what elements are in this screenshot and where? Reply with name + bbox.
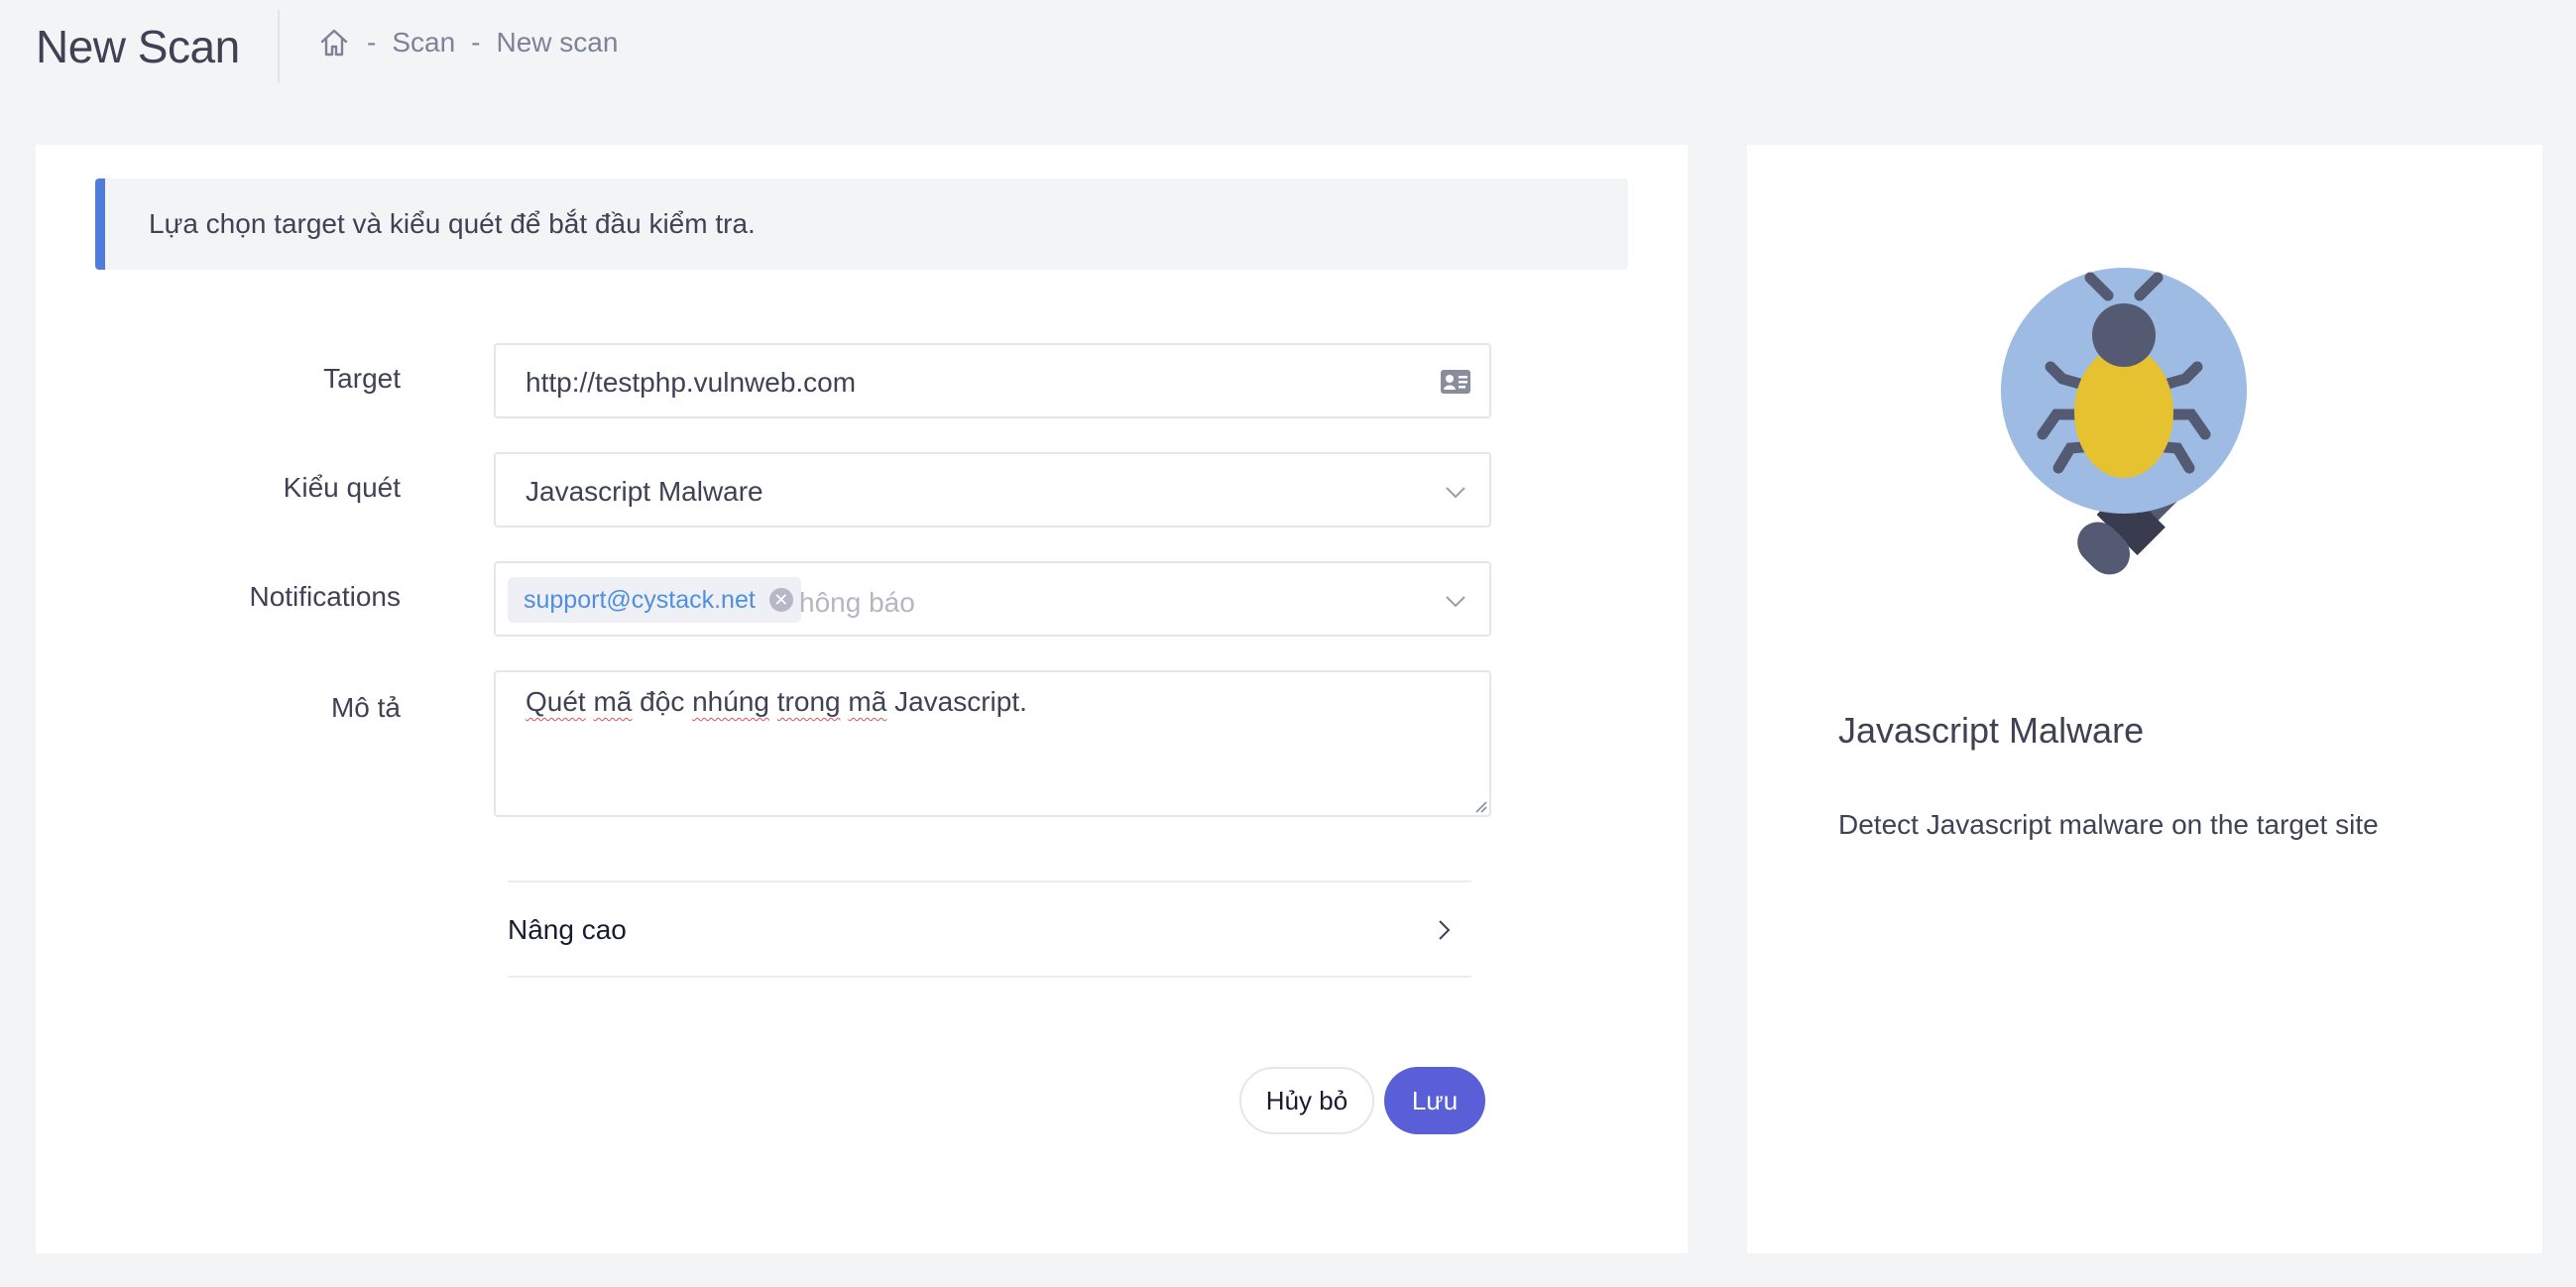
scan-type-select[interactable]: Javascript Malware <box>494 452 1491 527</box>
scan-type-description: Detect Javascript malware on the target … <box>1838 809 2379 840</box>
notice-text: Lựa chọn target và kiểu quét để bắt đầu … <box>149 208 756 239</box>
notification-tag-email: support@cystack.net <box>524 585 756 614</box>
breadcrumb-separator: - <box>367 27 377 58</box>
cancel-button[interactable]: Hủy bỏ <box>1239 1067 1374 1134</box>
description-textarea[interactable]: Quét mã độc nhúng trong mã Javascript. <box>494 670 1491 817</box>
notice-accent-bar <box>95 178 105 270</box>
page-title: New Scan <box>36 21 240 72</box>
advanced-label: Nâng cao <box>508 914 627 945</box>
page-header: New Scan - Scan - New scan <box>0 0 2576 93</box>
contact-card-icon[interactable] <box>1440 367 1471 397</box>
advanced-section-toggle[interactable]: Nâng cao <box>508 880 1471 978</box>
scan-form-card: Lựa chọn target và kiểu quét để bắt đầu … <box>36 145 1688 1253</box>
clear-tag-icon[interactable]: ✕ <box>768 588 793 612</box>
target-input[interactable]: http://testphp.vulnweb.com <box>494 343 1491 418</box>
bug-magnifier-illustration <box>1971 238 2328 595</box>
description-label: Mô tả <box>330 692 401 723</box>
breadcrumb-separator: - <box>471 27 481 58</box>
header-divider <box>278 10 280 83</box>
target-label: Target <box>323 363 401 394</box>
breadcrumb-item-scan[interactable]: Scan <box>392 27 455 58</box>
chevron-down-icon <box>1444 480 1467 504</box>
breadcrumb-item-new-scan: New scan <box>496 27 619 58</box>
notifications-placeholder: hông báo <box>799 587 915 618</box>
notifications-select[interactable]: support@cystack.net ✕ hông báo <box>494 561 1491 637</box>
scan-type-value: Javascript Malware <box>526 476 763 507</box>
home-icon[interactable] <box>317 26 351 59</box>
resize-handle-icon[interactable] <box>1473 799 1487 813</box>
target-value: http://testphp.vulnweb.com <box>526 367 857 398</box>
chevron-right-icon <box>1434 918 1454 942</box>
scan-type-label: Kiểu quét <box>283 472 401 503</box>
notifications-label: Notifications <box>249 581 401 612</box>
chevron-down-icon <box>1444 589 1467 613</box>
save-button[interactable]: Lưu <box>1384 1067 1485 1134</box>
notification-tag: support@cystack.net ✕ <box>508 577 801 623</box>
breadcrumb: - Scan - New scan <box>317 26 618 59</box>
description-value: Quét mã độc nhúng trong mã Javascript. <box>526 686 1027 717</box>
info-notice: Lựa chọn target và kiểu quét để bắt đầu … <box>95 178 1628 270</box>
scan-type-info-card: Javascript Malware Detect Javascript mal… <box>1747 145 2542 1253</box>
scan-type-title: Javascript Malware <box>1838 710 2145 751</box>
